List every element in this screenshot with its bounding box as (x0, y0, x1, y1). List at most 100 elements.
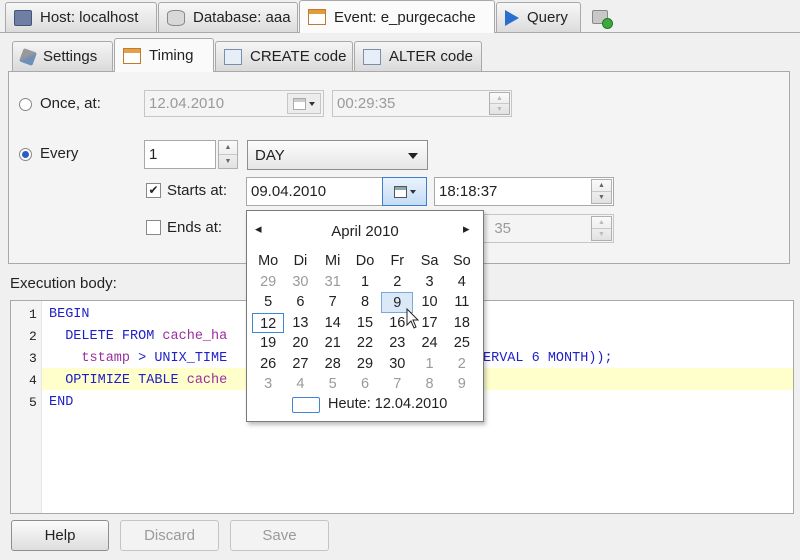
tab-database[interactable]: Database: aaa (158, 2, 298, 32)
tab-host[interactable]: Host: localhost (5, 2, 157, 32)
calendar-day[interactable]: 21 (317, 333, 349, 354)
ends-at-checkbox[interactable] (146, 220, 161, 235)
calendar-day[interactable]: 22 (349, 333, 381, 354)
database-icon (167, 9, 185, 26)
date-picker-popup[interactable]: ◂ April 2010 ▸ Mo Di Mi Do Fr Sa So 29 30 31 1 2 3 4 5… (246, 210, 484, 422)
calendar-day[interactable]: 19 (252, 333, 284, 354)
discard-button[interactable]: Discard (120, 520, 219, 551)
calendar-day[interactable]: 25 (446, 333, 478, 354)
spin-down-icon: ▼ (219, 154, 237, 168)
today-link[interactable]: Heute: 12.04.2010 (328, 396, 447, 412)
weekday-header: Mi (325, 253, 341, 269)
execution-body-label: Execution body: (10, 275, 117, 292)
tab-create-code-label: CREATE code (250, 48, 347, 65)
calendar-day[interactable]: 3 (252, 374, 284, 395)
calendar-day[interactable]: 11 (446, 292, 478, 313)
calendar-day[interactable]: 4 (284, 374, 316, 395)
line-number: 5 (29, 395, 37, 410)
spin-down-icon: ▼ (490, 103, 509, 114)
calendar-day[interactable]: 30 (284, 272, 316, 293)
calendar-day[interactable]: 15 (349, 313, 381, 334)
tab-settings[interactable]: Settings (12, 41, 113, 71)
code-icon (224, 48, 242, 65)
calendar-day[interactable]: 8 (413, 374, 445, 395)
calendar-day[interactable]: 7 (381, 374, 413, 395)
calendar-day[interactable]: 5 (317, 374, 349, 395)
starts-at-checkbox[interactable]: ✔ (146, 183, 161, 198)
event-icon (308, 9, 326, 25)
tab-timing[interactable]: Timing (114, 38, 214, 72)
code-line: BEGIN (49, 307, 90, 322)
calendar-day[interactable]: 4 (446, 272, 478, 293)
calendar-day[interactable]: 9 (446, 374, 478, 395)
weekday-header: Di (293, 253, 308, 269)
calendar-day[interactable]: 27 (284, 354, 316, 375)
calendar-day[interactable]: 2 (446, 354, 478, 375)
every-value-spinner[interactable]: ▲ ▼ (218, 140, 238, 169)
weekday-header: Do (355, 253, 375, 269)
line-number: 3 (29, 351, 37, 366)
calendar-day[interactable]: 20 (284, 333, 316, 354)
interval-unit-select[interactable]: DAY (247, 140, 428, 170)
code-line: DELETE FROM cache_ha (49, 329, 228, 344)
help-button[interactable]: Help (11, 520, 109, 551)
calendar-day[interactable]: 12 (252, 312, 285, 333)
calendar-day[interactable]: 28 (317, 354, 349, 375)
once-radio[interactable] (19, 98, 32, 111)
calendar-day[interactable]: 2 (381, 272, 413, 293)
calendar-day[interactable]: 1 (413, 354, 445, 375)
calendar-day[interactable]: 1 (349, 272, 381, 293)
tab-create-code[interactable]: CREATE code (215, 41, 353, 71)
save-button[interactable]: Save (230, 520, 329, 551)
ends-at-label: Ends at: (167, 219, 223, 236)
tab-query[interactable]: Query (496, 2, 581, 32)
tab-alter-code[interactable]: ALTER code (354, 41, 482, 71)
new-query-tab-button[interactable] (588, 6, 616, 29)
tab-database-label: Database: aaa (193, 9, 291, 26)
calendar-day[interactable]: 30 (381, 354, 413, 375)
once-time-value: 00:29:35 (337, 95, 396, 112)
tab-query-label: Query (527, 9, 568, 26)
calendar-day[interactable]: 24 (413, 333, 445, 354)
mouse-cursor-icon (406, 308, 420, 329)
calendar-month-title: April 2010 (331, 223, 399, 240)
starts-time-field[interactable]: 18:18:37 (434, 177, 614, 206)
tab-settings-label: Settings (43, 48, 98, 65)
starts-time-value: 18:18:37 (439, 183, 498, 200)
starts-date-picker-button[interactable] (382, 177, 427, 206)
spin-down-icon: ▼ (592, 191, 611, 203)
calendar-day[interactable]: 29 (349, 354, 381, 375)
every-radio[interactable] (19, 148, 32, 161)
calendar-day[interactable]: 8 (349, 292, 381, 313)
new-tab-icon (592, 10, 613, 29)
tab-event[interactable]: Event: e_purgecache (299, 0, 495, 33)
calendar-day[interactable]: 13 (284, 313, 316, 334)
spin-up-icon: ▲ (598, 219, 605, 226)
dropdown-arrow-icon (409, 189, 416, 194)
line-number: 2 (29, 329, 37, 344)
code-line: OPTIMIZE TABLE cache (49, 373, 228, 388)
calendar-day[interactable]: 7 (317, 292, 349, 313)
calendar-day[interactable]: 5 (252, 292, 284, 313)
every-value-field[interactable]: 1 (144, 140, 216, 169)
code-line: tstamp > UNIX_TIME (49, 351, 228, 366)
calendar-day[interactable]: 18 (446, 313, 478, 334)
calendar-day[interactable]: 26 (252, 354, 284, 375)
tab-event-label: Event: e_purgecache (334, 8, 476, 26)
once-time-field: 00:29:35 (332, 90, 512, 117)
weekday-header: Sa (420, 253, 439, 269)
calendar-day[interactable]: 3 (413, 272, 445, 293)
code-line: END (49, 395, 74, 410)
calendar-day[interactable]: 6 (284, 292, 316, 313)
today-marker-icon (292, 397, 320, 413)
starts-date-value: 09.04.2010 (251, 183, 327, 200)
calendar-day[interactable]: 31 (317, 272, 349, 293)
calendar-day[interactable]: 6 (349, 374, 381, 395)
spin-up-icon: ▲ (598, 182, 605, 189)
calendar-day[interactable]: 14 (317, 313, 349, 334)
calendar-day[interactable]: 23 (381, 333, 413, 354)
next-month-button[interactable]: ▸ (463, 221, 470, 237)
spin-down-icon: ▼ (592, 228, 611, 240)
starts-time-spinner[interactable]: ▲ ▼ (591, 179, 612, 204)
calendar-day[interactable]: 29 (252, 272, 284, 293)
